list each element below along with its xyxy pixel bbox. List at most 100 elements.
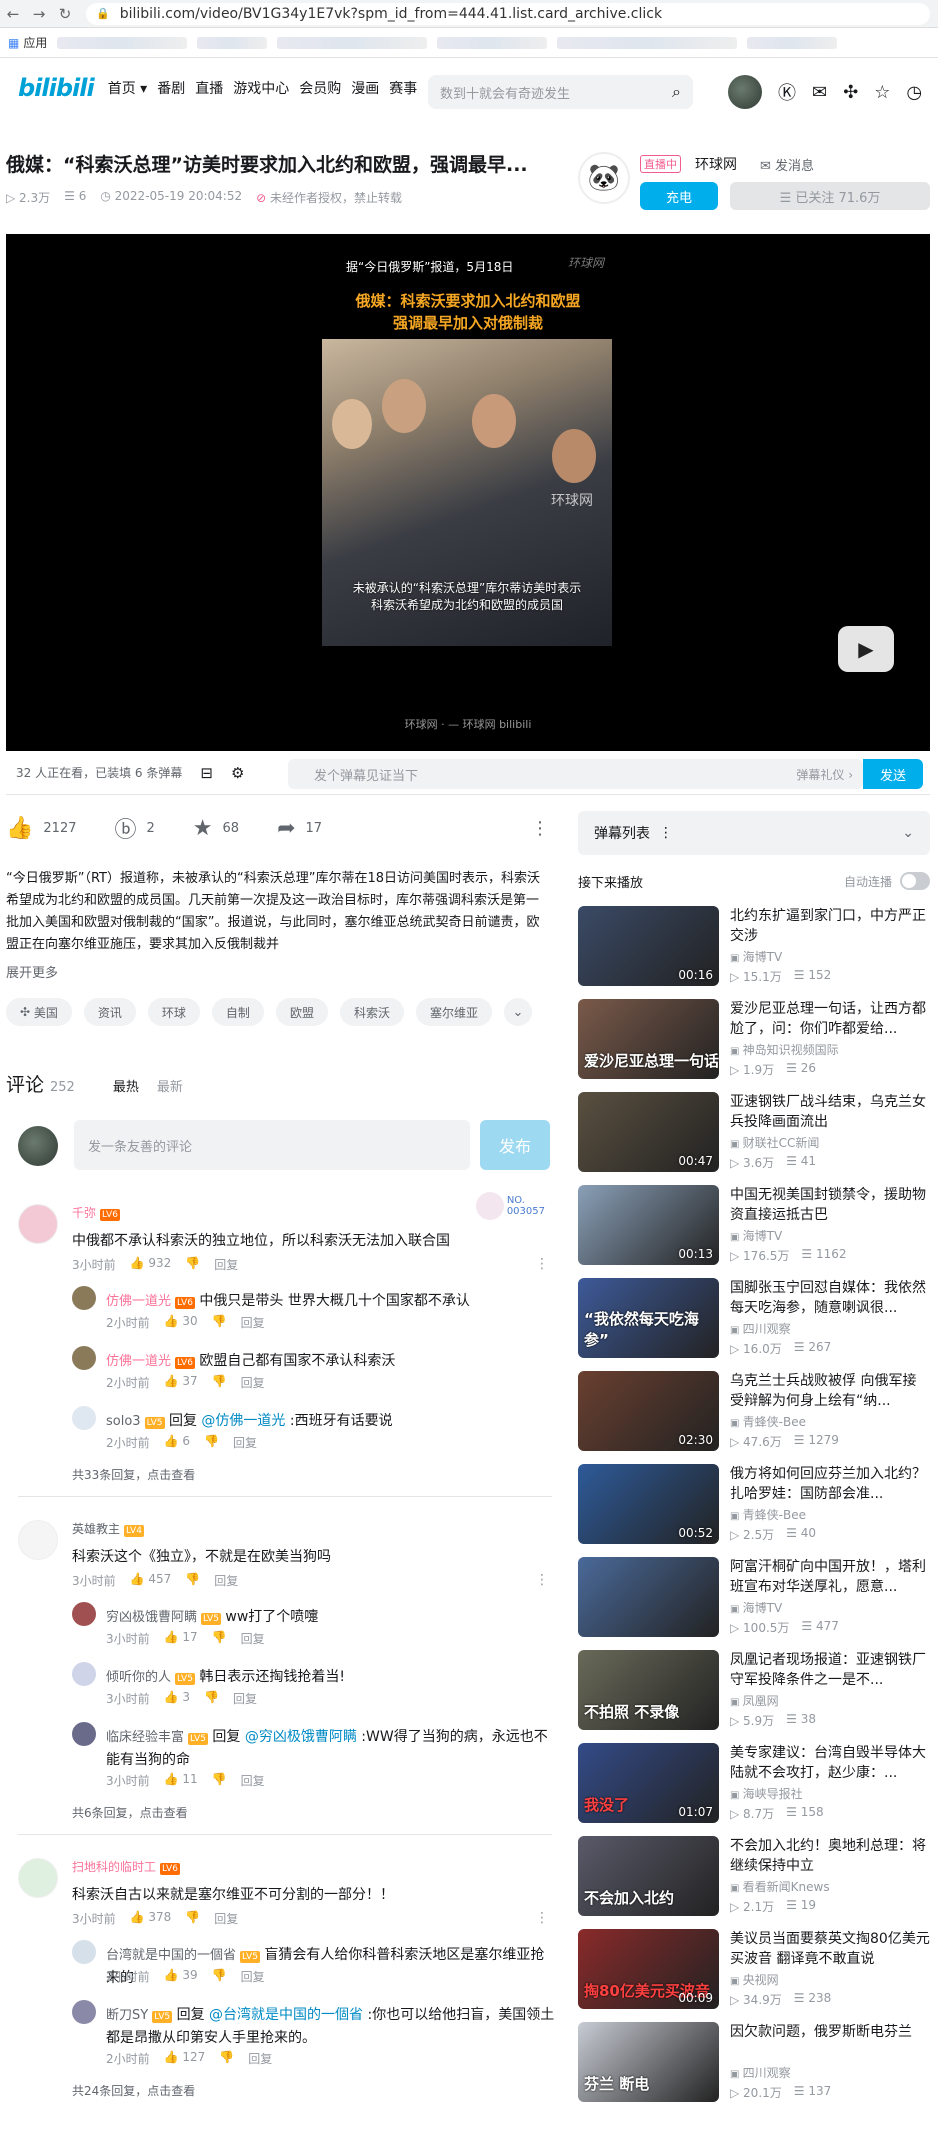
mention-link[interactable]: @穷凶极饿曹阿瞒 <box>245 1729 357 1745</box>
replier-name[interactable]: 仿佛一道光 LV6 <box>106 1354 195 1369</box>
like-button[interactable]: 👍 11 <box>164 1772 198 1789</box>
recommended-video[interactable]: 我没了 01:07 美专家建议：台湾自毁半导体大陆就不会攻打，赵少康：... 海… <box>578 1743 930 1823</box>
replier-avatar[interactable] <box>72 1940 96 1964</box>
like-button[interactable]: 👍 30 <box>164 1314 198 1331</box>
recommended-video[interactable]: 00:52 俄方将如何回应芬兰加入北约？扎哈罗娃：国防部会准... 青蜂侠-Be… <box>578 1464 930 1544</box>
reply-button[interactable]: 回复 <box>233 1690 257 1707</box>
nav-anime[interactable]: 番剧 <box>157 78 185 98</box>
uploader-avatar[interactable]: 🐼 <box>578 152 630 204</box>
danmaku-input[interactable]: 发个弹幕见证当下 弹幕礼仪 › <box>288 759 863 789</box>
video-thumbnail[interactable]: 00:16 <box>578 906 719 986</box>
nav-mall[interactable]: 会员购 <box>299 78 341 98</box>
more-icon[interactable]: ⋮ <box>535 1256 549 1272</box>
replier-avatar[interactable] <box>72 1602 96 1626</box>
video-thumbnail[interactable]: 00:47 <box>578 1092 719 1172</box>
uploader-name[interactable]: 环球网 <box>695 154 737 174</box>
video-thumbnail[interactable]: 00:13 <box>578 1185 719 1265</box>
replier-name[interactable]: 断刀SY LV5 <box>106 2008 173 2023</box>
comment-input[interactable]: 发一条友善的评论 <box>74 1120 470 1170</box>
recommended-title[interactable]: 中国无视美国封锁禁令，援助物资直接运抵古巴 <box>730 1185 930 1225</box>
video-player[interactable]: 据“今日俄罗斯”报道，5月18日 环球网 俄媒：科索沃要求加入北约和欧盟 强调最… <box>6 234 930 751</box>
mention-link[interactable]: @台湾就是中国的一個省 <box>209 2007 363 2023</box>
nav-live[interactable]: 直播 <box>195 78 223 98</box>
more-icon[interactable]: ⋮ <box>535 1572 549 1588</box>
dislike-icon[interactable]: 👎 <box>185 1256 200 1273</box>
recommended-title[interactable]: 阿富汗桐矿向中国开放！，塔利班宣布对华送厚礼，愿意... <box>730 1557 930 1597</box>
favorites-icon[interactable]: ☆ <box>874 82 890 103</box>
recommended-title[interactable]: 凤凰记者现场报道：亚速钢铁厂守军投降条件之一是不... <box>730 1650 930 1690</box>
tag-item[interactable]: 环球 <box>147 998 200 1026</box>
recommended-video[interactable]: 掏80亿美元买波音 00:09 美议员当面要蔡英文掏80亿美元买波音 翻译竟不敢… <box>578 1929 930 2009</box>
dislike-icon[interactable]: 👎 <box>204 1434 219 1451</box>
recommended-title[interactable]: 北约东扩逼到家门口，中方严正交涉 <box>730 906 930 946</box>
coin-button[interactable]: ⓑ 2 <box>115 812 155 844</box>
commenter-avatar[interactable] <box>18 1204 58 1244</box>
post-comment-button[interactable]: 发布 <box>480 1120 550 1170</box>
commenter-name[interactable]: 扫地科的临时工 LV6 <box>72 1858 180 1875</box>
recommended-uploader[interactable]: 四川观察 <box>730 1320 791 1337</box>
search-input[interactable]: 数到十就会有奇迹发生 ⌕ <box>428 75 693 109</box>
forward-icon[interactable]: → <box>26 5 52 23</box>
danmaku-list-panel[interactable]: 弹幕列表 ⋮ ⌄ <box>578 811 930 855</box>
replier-name[interactable]: 台湾就是中国的一個省 LV5 <box>106 1948 260 1963</box>
replier-name[interactable]: 倾听你的人 LV5 <box>106 1670 195 1685</box>
reply-button[interactable]: 回复 <box>241 1314 265 1331</box>
dislike-icon[interactable]: 👎 <box>212 1772 227 1789</box>
search-icon[interactable]: ⌕ <box>672 82 681 102</box>
danmaku-send-button[interactable]: 发送 <box>863 759 923 789</box>
nav-game-center[interactable]: 游戏中心 <box>233 78 289 98</box>
commenter-name[interactable]: 英雄教主 LV4 <box>72 1520 144 1537</box>
recommended-video[interactable]: 不会加入北约 不会加入北约！奥地利总理：将继续保持中立 看看新闻Knews ▷ … <box>578 1836 930 1916</box>
chevron-down-icon[interactable]: ⌄ <box>503 998 532 1026</box>
recommended-title[interactable]: 爱沙尼亚总理一句话，让西方都尬了，问：你们咋都爱给... <box>730 999 930 1039</box>
recommended-title[interactable]: 国脚张玉宁回怼自媒体：我依然每天吃海参，随意喇讽很... <box>730 1278 930 1318</box>
tag-item[interactable]: 资讯 <box>83 998 136 1026</box>
reply-button[interactable]: 回复 <box>233 1434 257 1451</box>
address-bar[interactable]: 🔒 bilibili.com/video/BV1G34y1E7vk?spm_id… <box>86 2 930 25</box>
tag-item[interactable]: 欧盟 <box>275 998 328 1026</box>
mention-link[interactable]: @仿佛一道光 <box>201 1413 285 1429</box>
reload-icon[interactable]: ↻ <box>52 5 78 23</box>
send-message-link[interactable]: ✉ 发消息 <box>760 155 814 174</box>
recommended-uploader[interactable]: 神岛知识视频国际 <box>730 1041 839 1058</box>
recommended-uploader[interactable]: 凤凰网 <box>730 1692 779 1709</box>
video-thumbnail[interactable]: “我依然每天吃海参” <box>578 1278 719 1358</box>
bilibili-logo[interactable]: bilibili <box>18 74 95 102</box>
danmaku-etiquette-link[interactable]: 弹幕礼仪 › <box>796 766 853 783</box>
sort-hot-tab[interactable]: 最热 <box>113 1076 139 1095</box>
recommended-video[interactable]: “我依然每天吃海参” 国脚张玉宁回怼自媒体：我依然每天吃海参，随意喇讽很... … <box>578 1278 930 1358</box>
replier-name[interactable]: 穷凶极饿曹阿瞒 LV5 <box>106 1610 221 1625</box>
dynamic-icon[interactable]: ✣ <box>843 82 858 103</box>
tag-item[interactable]: 塞尔维亚 <box>415 998 492 1026</box>
more-icon[interactable]: ⋮ <box>659 825 673 841</box>
autoplay-switch[interactable] <box>900 872 930 890</box>
reply-button[interactable]: 回复 <box>214 1256 238 1273</box>
commenter-avatar[interactable] <box>18 1520 58 1560</box>
message-icon[interactable]: ✉ <box>812 82 827 103</box>
replier-name[interactable]: solo3 LV5 <box>106 1414 165 1429</box>
play-icon[interactable]: ▶ <box>838 626 894 672</box>
reply-button[interactable]: 回复 <box>214 1572 238 1589</box>
reply-button[interactable]: 回复 <box>248 2050 272 2067</box>
follow-button[interactable]: ☰ 已关注 71.6万 <box>730 182 930 210</box>
premium-icon[interactable]: Ⓚ <box>778 79 796 105</box>
recommended-uploader[interactable]: 央视网 <box>730 1971 779 1988</box>
reply-button[interactable]: 回复 <box>241 1374 265 1391</box>
like-button[interactable]: 👍 2127 <box>6 816 77 841</box>
video-thumbnail[interactable]: 02:30 <box>578 1371 719 1451</box>
apps-icon[interactable]: ▦ <box>8 36 19 50</box>
recommended-uploader[interactable]: 看看新闻Knews <box>730 1878 830 1895</box>
replier-name[interactable]: 仿佛一道光 LV6 <box>106 1294 195 1309</box>
video-thumbnail[interactable] <box>578 1557 719 1637</box>
recommended-uploader[interactable]: 海博TV <box>730 1599 783 1616</box>
reply-button[interactable]: 回复 <box>214 1910 238 1927</box>
replier-avatar[interactable] <box>72 1662 96 1686</box>
like-button[interactable]: 👍 457 <box>130 1572 172 1589</box>
like-button[interactable]: 👍 17 <box>164 1630 198 1647</box>
recommended-video[interactable]: 爱沙尼亚总理一句话 爱沙尼亚总理一句话，让西方都尬了，问：你们咋都爱给... 神… <box>578 999 930 1079</box>
dislike-icon[interactable]: 👎 <box>212 1314 227 1331</box>
video-thumbnail[interactable]: 芬兰 断电 <box>578 2022 719 2102</box>
autoplay-toggle[interactable]: 自动连播 <box>844 872 930 890</box>
view-all-replies-link[interactable]: 共33条回复，点击查看 <box>72 1466 195 1483</box>
dislike-icon[interactable]: 👎 <box>212 1968 227 1985</box>
